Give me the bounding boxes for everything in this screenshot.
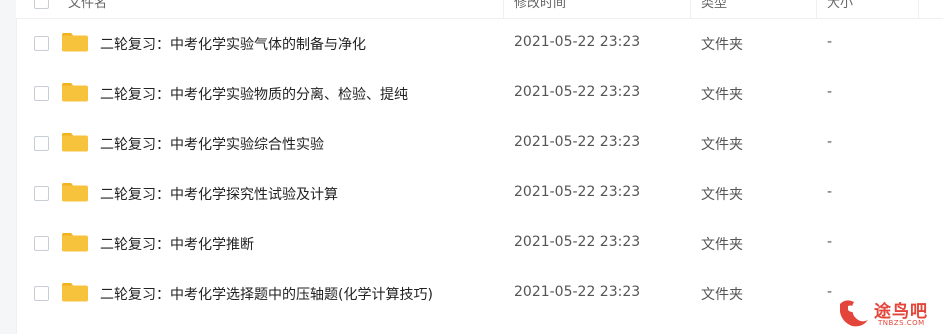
column-divider[interactable] xyxy=(816,0,817,18)
row-checkbox[interactable] xyxy=(34,186,49,201)
column-divider[interactable] xyxy=(503,0,504,18)
file-type: 文件夹 xyxy=(701,187,743,203)
file-modified: 2021-05-22 23:23 xyxy=(514,184,641,200)
column-divider[interactable] xyxy=(918,0,919,18)
file-type: 文件夹 xyxy=(701,287,743,303)
file-name[interactable]: 二轮复习：中考化学推断 xyxy=(100,234,254,254)
file-type: 文件夹 xyxy=(701,37,743,53)
watermark: 途鸟吧 TNBZS.COM xyxy=(836,294,940,332)
file-name[interactable]: 二轮复习：中考化学实验综合性实验 xyxy=(100,134,324,154)
file-row[interactable]: 二轮复习：中考化学实验气体的制备与净化 2021-05-22 23:23 文件夹… xyxy=(16,18,943,68)
file-row[interactable]: 二轮复习：中考化学选择题中的压轴题(化学计算技巧) 2021-05-22 23:… xyxy=(16,268,943,318)
file-type: 文件夹 xyxy=(701,137,743,153)
file-size: - xyxy=(827,234,833,250)
row-checkbox[interactable] xyxy=(34,286,49,301)
file-size: - xyxy=(827,84,833,100)
file-name[interactable]: 二轮复习：中考化学探究性试验及计算 xyxy=(100,184,338,204)
column-name-header[interactable]: 文件名 xyxy=(68,0,107,11)
file-name[interactable]: 二轮复习：中考化学选择题中的压轴题(化学计算技巧) xyxy=(100,284,433,304)
folder-icon xyxy=(62,283,88,302)
file-modified: 2021-05-22 23:23 xyxy=(514,84,641,100)
folder-icon xyxy=(62,233,88,252)
file-list: 二轮复习：中考化学实验气体的制备与净化 2021-05-22 23:23 文件夹… xyxy=(16,18,943,318)
folder-icon xyxy=(62,133,88,152)
row-checkbox[interactable] xyxy=(34,136,49,151)
file-size: - xyxy=(827,284,833,300)
column-size-header[interactable]: 大小 xyxy=(827,0,853,11)
folder-icon xyxy=(62,33,88,52)
file-modified: 2021-05-22 23:23 xyxy=(514,284,641,300)
file-modified: 2021-05-22 23:23 xyxy=(514,34,641,50)
file-row[interactable]: 二轮复习：中考化学推断 2021-05-22 23:23 文件夹 - xyxy=(16,218,943,268)
file-type: 文件夹 xyxy=(701,87,743,103)
file-modified: 2021-05-22 23:23 xyxy=(514,134,641,150)
file-row[interactable]: 二轮复习：中考化学实验物质的分离、检验、提纯 2021-05-22 23:23 … xyxy=(16,68,943,118)
watermark-subtext: TNBZS.COM xyxy=(878,319,925,327)
file-type: 文件夹 xyxy=(701,237,743,253)
file-row[interactable]: 二轮复习：中考化学探究性试验及计算 2021-05-22 23:23 文件夹 - xyxy=(16,168,943,218)
folder-icon xyxy=(62,83,88,102)
column-divider[interactable] xyxy=(690,0,691,18)
file-list-header: 文件名 修改时间 类型 大小 xyxy=(16,0,943,19)
row-checkbox[interactable] xyxy=(34,86,49,101)
row-checkbox[interactable] xyxy=(34,236,49,251)
file-size: - xyxy=(827,184,833,200)
row-checkbox[interactable] xyxy=(34,36,49,51)
column-type-header[interactable]: 类型 xyxy=(701,0,727,11)
file-size: - xyxy=(827,134,833,150)
folder-icon xyxy=(62,183,88,202)
select-all-checkbox[interactable] xyxy=(34,0,49,9)
file-name[interactable]: 二轮复习：中考化学实验物质的分离、检验、提纯 xyxy=(100,84,408,104)
file-modified: 2021-05-22 23:23 xyxy=(514,234,641,250)
file-name[interactable]: 二轮复习：中考化学实验气体的制备与净化 xyxy=(100,34,366,54)
column-modified-header[interactable]: 修改时间 xyxy=(514,0,566,11)
tnbz-logo-icon xyxy=(840,300,868,327)
sidebar-edge xyxy=(0,0,17,334)
file-row[interactable]: 二轮复习：中考化学实验综合性实验 2021-05-22 23:23 文件夹 - xyxy=(16,118,943,168)
file-size: - xyxy=(827,34,833,50)
